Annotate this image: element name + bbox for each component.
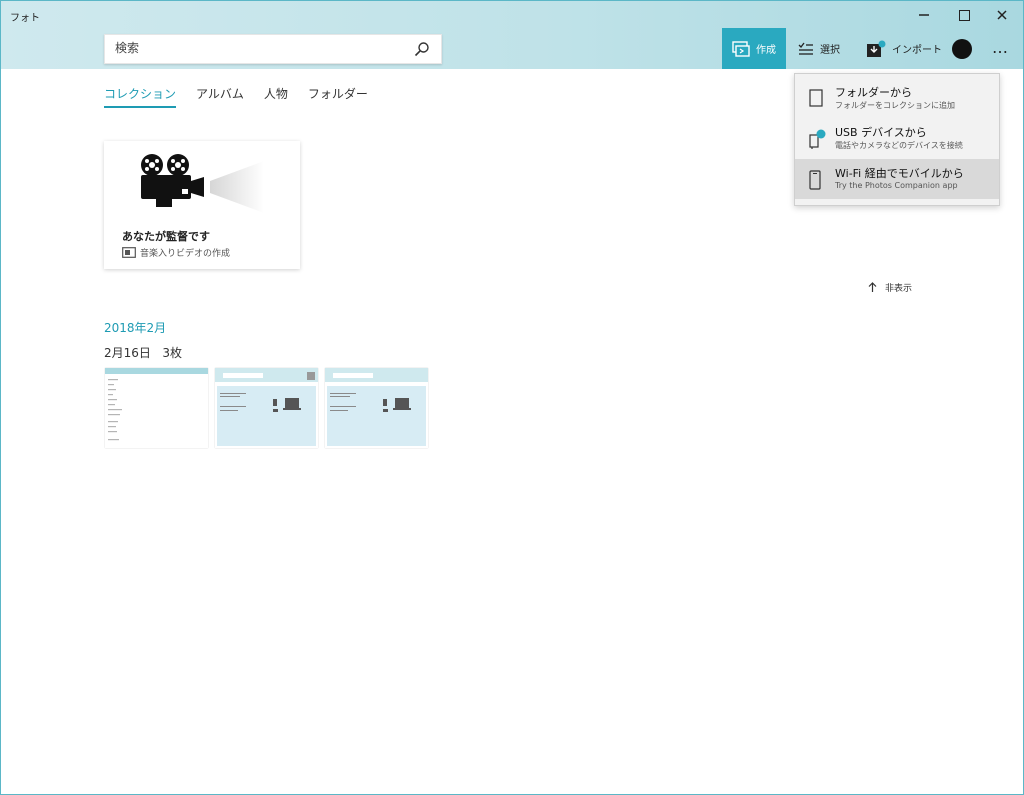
photos-app-window: フォト 作成 (0, 0, 1024, 795)
video-creator-card[interactable]: あなたが監督です 音楽入りビデオの作成 (104, 141, 300, 269)
select-button[interactable]: 選択 (798, 28, 840, 69)
screenshot-thumbnail-image (215, 368, 318, 448)
tab-folders[interactable]: フォルダー (308, 85, 368, 108)
menu-item-from-usb[interactable]: USB デバイスから 電話やカメラなどのデバイスを接続 (795, 118, 999, 158)
maximize-icon (958, 9, 970, 21)
close-button[interactable] (985, 4, 1019, 26)
menu-item-from-mobile-wifi[interactable]: Wi-Fi 経由でモバイルから Try the Photos Companion… (795, 159, 999, 199)
tab-albums[interactable]: アルバム (196, 85, 244, 108)
usb-device-icon (809, 129, 826, 149)
screenshot-thumbnail-image (325, 368, 428, 448)
create-button[interactable]: 作成 (722, 28, 786, 69)
screenshot-thumbnail-image (105, 368, 208, 448)
photo-thumbnail[interactable] (105, 368, 208, 448)
tab-people[interactable]: 人物 (264, 85, 288, 108)
month-header[interactable]: 2018年2月 (104, 319, 166, 336)
menu-item-subtitle: 電話やカメラなどのデバイスを接続 (835, 141, 963, 150)
menu-item-title: フォルダーから (835, 86, 912, 99)
menu-item-from-folder[interactable]: フォルダーから フォルダーをコレクションに追加 (795, 78, 999, 118)
app-title: フォト (10, 13, 40, 24)
photo-count: 3枚 (162, 346, 182, 360)
account-avatar[interactable] (952, 39, 972, 59)
movie-camera-icon (141, 154, 264, 213)
photo-thumbnail[interactable] (325, 368, 428, 448)
import-icon (867, 40, 886, 57)
day-header: 2月16日 3枚 (104, 344, 182, 361)
hide-label: 非表示 (885, 284, 913, 294)
checklist-icon (798, 42, 813, 55)
menu-item-title: USB デバイスから (835, 126, 927, 139)
menu-item-title: Wi-Fi 経由でモバイルから (835, 167, 964, 180)
create-video-icon (732, 40, 750, 57)
create-label: 作成 (756, 45, 776, 56)
minimize-button[interactable] (907, 4, 941, 26)
search-input[interactable] (105, 35, 395, 61)
top-bar: フォト 作成 (1, 1, 1023, 69)
card-subtitle: 音楽入りビデオの作成 (140, 249, 231, 259)
more-options-button[interactable]: … (992, 38, 1009, 57)
folder-icon (809, 89, 823, 107)
import-label: インポート (892, 45, 942, 56)
menu-item-subtitle: フォルダーをコレクションに追加 (835, 101, 955, 110)
day-label: 2月16日 (104, 346, 151, 360)
close-icon (997, 10, 1007, 20)
card-subtitle-row: 音楽入りビデオの作成 (122, 246, 230, 259)
minimize-icon (919, 14, 929, 16)
arrow-up-icon (868, 282, 877, 292)
select-label: 選択 (820, 45, 840, 56)
tab-collection[interactable]: コレクション (104, 85, 177, 108)
search-box (104, 34, 442, 64)
menu-item-subtitle: Try the Photos Companion app (835, 181, 958, 190)
import-button[interactable]: インポート (866, 28, 942, 69)
mobile-icon (809, 170, 821, 190)
photo-thumbnail[interactable] (215, 368, 318, 448)
maximize-button[interactable] (947, 4, 981, 26)
nav-tabs: コレクション アルバム 人物 フォルダー (104, 85, 368, 108)
hide-button[interactable]: 非表示 (868, 281, 912, 294)
search-icon[interactable] (414, 41, 430, 57)
import-menu: フォルダーから フォルダーをコレクションに追加 USB デバイスから 電話やカメ… (794, 73, 1000, 206)
card-title: あなたが監督です (122, 230, 210, 243)
video-icon (122, 247, 136, 258)
